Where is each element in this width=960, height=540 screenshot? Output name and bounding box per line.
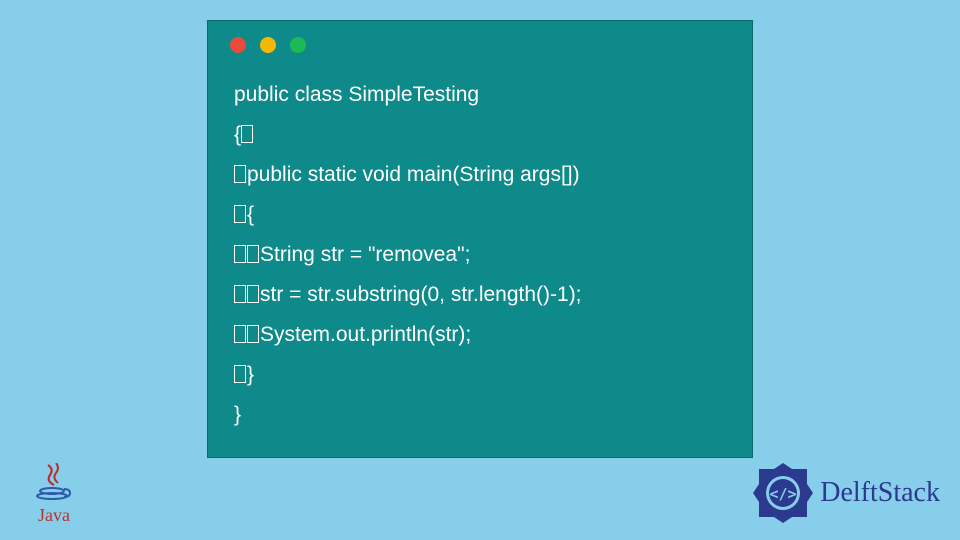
code-line: { <box>234 195 726 235</box>
java-label: Java <box>28 505 80 526</box>
code-block: public class SimpleTesting { public static… <box>208 53 752 435</box>
code-text: { <box>234 123 241 146</box>
code-line: str = str.substring(0, str.length()-1); <box>234 275 726 315</box>
maximize-dot-icon <box>290 37 306 53</box>
code-text: System.out.println(str); <box>260 323 471 346</box>
code-text: public class SimpleTesting <box>234 83 479 106</box>
delftstack-badge-icon: </> <box>750 460 816 526</box>
indent-box-icon <box>234 365 246 383</box>
delftstack-logo: </> DelftStack <box>750 460 940 526</box>
code-text: String str = "removea"; <box>260 243 470 266</box>
indent-box-icon <box>234 205 246 223</box>
indent-box-icon <box>234 245 246 263</box>
close-dot-icon <box>230 37 246 53</box>
code-line: System.out.println(str); <box>234 315 726 355</box>
indent-box-icon <box>234 325 246 343</box>
code-line: } <box>234 355 726 395</box>
java-cup-icon <box>28 463 80 507</box>
indent-box-icon <box>234 165 246 183</box>
svg-text:</>: </> <box>770 485 797 503</box>
code-line: String str = "removea"; <box>234 235 726 275</box>
delftstack-label: DelftStack <box>820 477 940 509</box>
code-line: { <box>234 115 726 155</box>
indent-box-icon <box>234 285 246 303</box>
code-text: } <box>234 403 241 426</box>
indent-box-icon <box>241 125 253 143</box>
code-window: public class SimpleTesting { public static… <box>207 20 753 458</box>
indent-box-icon <box>247 325 259 343</box>
code-text: } <box>247 363 254 386</box>
code-text: public static void main(String args[]) <box>247 163 580 186</box>
indent-box-icon <box>247 245 259 263</box>
code-text: { <box>247 203 254 226</box>
code-text: str = str.substring(0, str.length()-1); <box>260 283 582 306</box>
java-logo: Java <box>28 463 80 526</box>
minimize-dot-icon <box>260 37 276 53</box>
code-line: public static void main(String args[]) <box>234 155 726 195</box>
code-line: public class SimpleTesting <box>234 75 726 115</box>
window-controls <box>208 21 752 53</box>
code-line: } <box>234 395 726 435</box>
indent-box-icon <box>247 285 259 303</box>
